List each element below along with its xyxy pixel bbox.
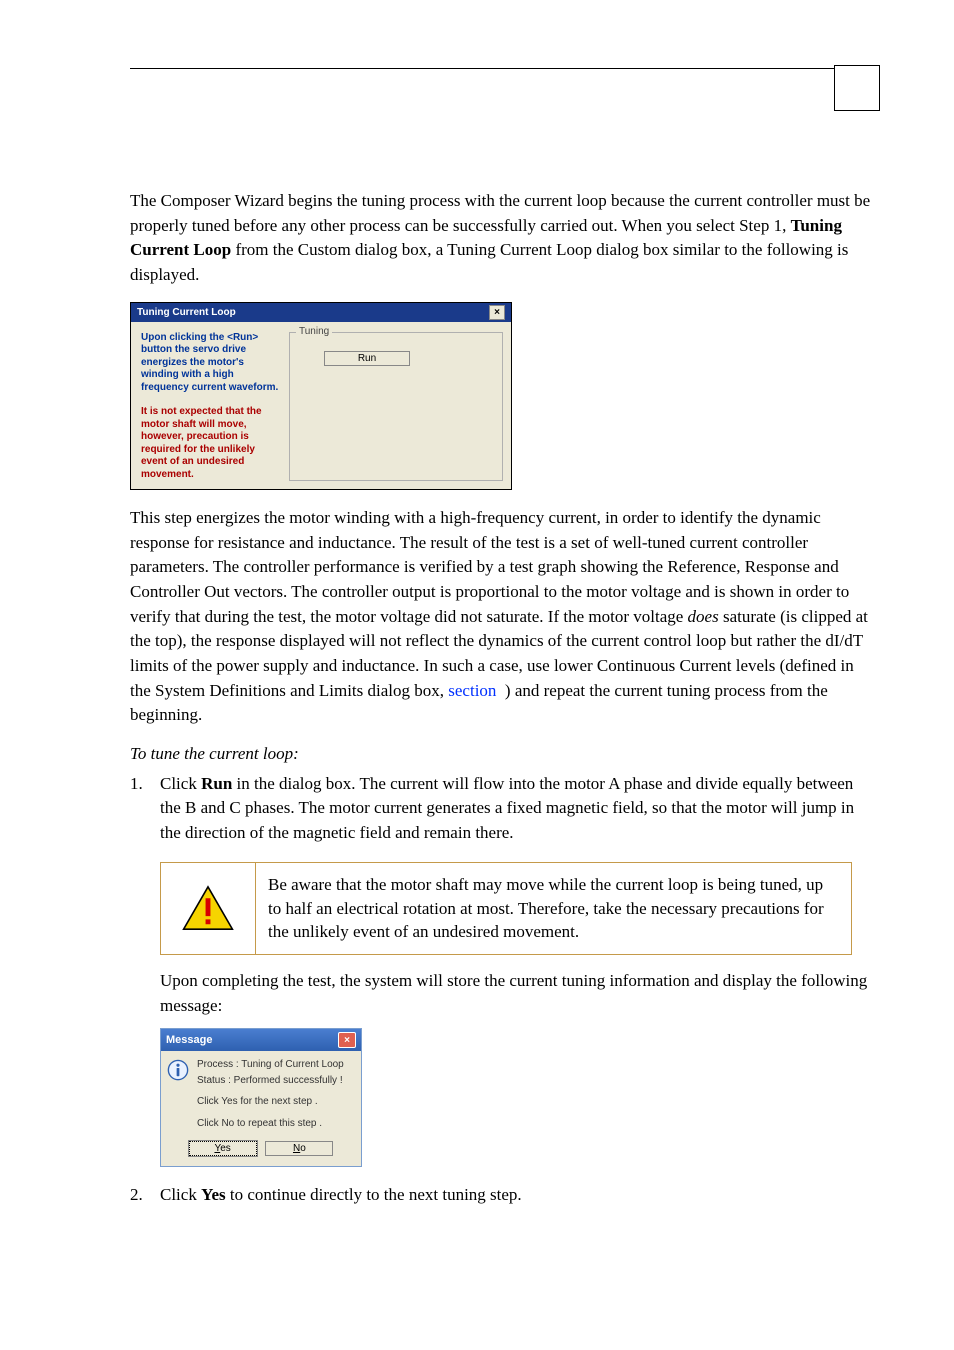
dialog-titlebar: Tuning Current Loop × xyxy=(131,303,511,322)
close-icon[interactable]: × xyxy=(338,1032,356,1048)
warning-icon xyxy=(182,885,234,931)
step-1: 1. Click Run in the dialog box. The curr… xyxy=(130,772,874,846)
section-link[interactable]: section ‎ xyxy=(448,681,500,700)
message-title: Message xyxy=(166,1034,212,1046)
tuning-fieldset: Tuning Run xyxy=(289,332,503,482)
tuning-current-loop-dialog: Tuning Current Loop × Upon clicking the … xyxy=(130,302,512,491)
message-dialog: Message × Process : Tuning of Current Lo… xyxy=(160,1028,362,1167)
yes-button[interactable]: Yes xyxy=(189,1141,257,1156)
after-warn-paragraph: Upon completing the test, the system wil… xyxy=(160,969,874,1018)
step-number-2: 2. xyxy=(130,1183,143,1208)
message-titlebar: Message × xyxy=(161,1029,361,1051)
step2-bold: Yes xyxy=(201,1185,226,1204)
intro-text-a: The Composer Wizard begins the tuning pr… xyxy=(130,191,870,235)
step2-a: Click xyxy=(160,1185,201,1204)
step1-bold: Run xyxy=(201,774,232,793)
message-lines: Process : Tuning of Current Loop Status … xyxy=(197,1057,344,1131)
no-rest: o xyxy=(300,1143,306,1154)
intro-text-b: from the Custom dialog box, a Tuning Cur… xyxy=(130,240,848,284)
dialog-body: Upon clicking the <Run> button the servo… xyxy=(131,322,511,490)
caution-text: Be aware that the motor shaft may move w… xyxy=(256,863,851,954)
explain-emph: does xyxy=(688,607,719,626)
info-icon xyxy=(167,1059,189,1081)
caution-icon-cell xyxy=(161,863,256,954)
tuning-fieldset-label: Tuning xyxy=(296,326,332,337)
intro-paragraph: The Composer Wizard begins the tuning pr… xyxy=(130,189,874,288)
step2-b: to continue directly to the next tuning … xyxy=(226,1185,522,1204)
dialog-title: Tuning Current Loop xyxy=(137,307,236,318)
message-body: Process : Tuning of Current Loop Status … xyxy=(161,1051,361,1135)
step-number-1: 1. xyxy=(130,772,143,797)
step-2: 2. Click Yes to continue directly to the… xyxy=(130,1183,874,1208)
header-rule xyxy=(130,68,874,69)
close-icon[interactable]: × xyxy=(489,305,505,320)
dialog-blue-text: Upon clicking the <Run> button the servo… xyxy=(141,332,281,395)
step1-b: in the dialog box. The current will flow… xyxy=(160,774,854,842)
yes-rest: es xyxy=(220,1143,231,1154)
msg-line4: Click No to repeat this step . xyxy=(197,1116,344,1132)
message-button-row: Yes No xyxy=(161,1135,361,1166)
no-button[interactable]: No xyxy=(265,1141,333,1156)
step1-a: Click xyxy=(160,774,201,793)
run-button[interactable]: Run xyxy=(324,351,410,366)
dialog-left-text: Upon clicking the <Run> button the servo… xyxy=(141,332,281,482)
msg-line3: Click Yes for the next step . xyxy=(197,1094,344,1110)
info-icon-cell xyxy=(167,1057,191,1131)
procedure-heading: To tune the current loop: xyxy=(130,744,874,764)
explain-paragraph: This step energizes the motor winding wi… xyxy=(130,506,874,728)
dialog-red-text: It is not expected that the motor shaft … xyxy=(141,406,281,481)
msg-line2: Status : Performed successfully ! xyxy=(197,1073,344,1089)
msg-line1: Process : Tuning of Current Loop xyxy=(197,1057,344,1073)
page-corner-box xyxy=(834,65,880,111)
caution-box: Be aware that the motor shaft may move w… xyxy=(160,862,852,955)
